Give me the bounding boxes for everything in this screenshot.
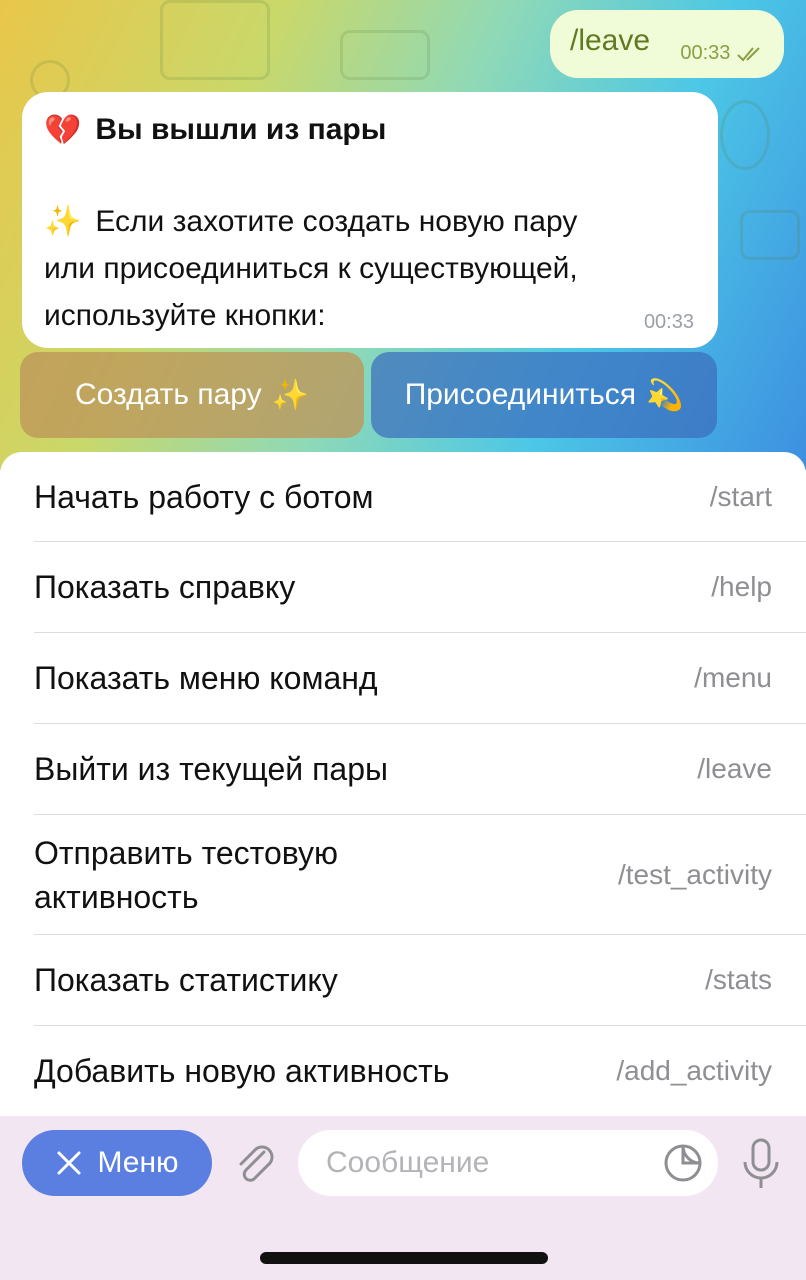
command-item-help[interactable]: Показать справку /help — [34, 542, 806, 633]
command-item-menu[interactable]: Показать меню команд /menu — [34, 633, 806, 724]
outgoing-message-text: /leave — [570, 24, 651, 57]
command-description-line-1: Отправить тестовую — [34, 834, 339, 871]
command-code: /start — [709, 480, 772, 512]
incoming-message[interactable]: 💔 Вы вышли из пары ✨ Если захотите созда… — [22, 92, 718, 348]
command-code: /stats — [705, 964, 772, 995]
message-body-line-2: или присоединиться к существующей, — [44, 252, 578, 285]
double-check-icon — [737, 47, 760, 62]
sparkles-icon: ✨ — [44, 204, 82, 239]
dizzy-star-icon: 💫 — [645, 377, 684, 413]
command-code: /test_activity — [617, 858, 772, 890]
paperclip-icon[interactable] — [230, 1138, 280, 1188]
command-code: /add_activity — [616, 1055, 772, 1086]
console-doodle — [740, 210, 800, 260]
command-description: Отправить тестовую активность — [34, 831, 338, 919]
command-description: Показать статистику — [34, 962, 338, 998]
outgoing-message-meta: 00:33 — [680, 42, 766, 65]
message-placeholder: Сообщение — [326, 1146, 490, 1179]
sparkles-icon: ✨ — [271, 377, 309, 413]
command-code: /leave — [697, 753, 772, 784]
sticker-icon[interactable] — [662, 1142, 704, 1184]
menu-button-label: Меню — [97, 1146, 179, 1179]
close-icon — [57, 1151, 81, 1175]
outgoing-message-time: 00:33 — [680, 42, 731, 64]
message-body-line-3: используйте кнопки: — [44, 299, 326, 332]
command-description: Показать меню команд — [34, 660, 378, 696]
join-pair-button[interactable]: Присоединиться 💫 — [371, 352, 717, 438]
command-item-test-activity[interactable]: Отправить тестовую активность /test_acti… — [34, 815, 806, 935]
outgoing-message[interactable]: /leave 00:33 — [550, 10, 784, 78]
microphone-icon[interactable] — [736, 1136, 786, 1192]
message-title-text: Вы вышли из пары — [95, 113, 387, 146]
home-indicator[interactable] — [260, 1252, 548, 1264]
menu-button[interactable]: Меню — [22, 1130, 212, 1196]
joystick-doodle — [720, 100, 770, 170]
command-item-add-activity[interactable]: Добавить новую активность /add_activity — [34, 1026, 806, 1116]
command-item-start[interactable]: Начать работу с ботом /start — [34, 452, 806, 542]
command-description: Выйти из текущей пары — [34, 751, 388, 787]
lego-doodle — [340, 30, 430, 80]
message-time: 00:33 — [643, 311, 694, 333]
command-list: Начать работу с ботом /start Показать сп… — [0, 452, 806, 1116]
message-body-text-1: Если захотите создать новую пару — [95, 205, 578, 238]
command-item-leave[interactable]: Выйти из текущей пары /leave — [34, 724, 806, 815]
command-item-stats[interactable]: Показать статистику /stats — [34, 935, 806, 1026]
message-title: 💔 Вы вышли из пары — [44, 110, 696, 150]
command-description: Добавить новую активность — [34, 1053, 450, 1089]
create-pair-label: Создать пару — [75, 378, 262, 411]
command-code: /help — [711, 571, 772, 602]
command-description: Показать справку — [34, 569, 296, 605]
join-pair-label: Присоединиться — [404, 378, 636, 411]
create-pair-button[interactable]: Создать пару ✨ — [20, 352, 364, 438]
message-body-line-1: ✨ Если захотите создать новую пару — [44, 198, 696, 245]
message-input[interactable]: Сообщение — [298, 1130, 718, 1196]
broken-heart-icon: 💔 — [44, 112, 82, 148]
command-description-line-2: активность — [34, 878, 199, 915]
command-code: /menu — [694, 662, 772, 693]
gameboy-doodle — [160, 0, 270, 80]
command-description: Начать работу с ботом — [34, 478, 374, 515]
